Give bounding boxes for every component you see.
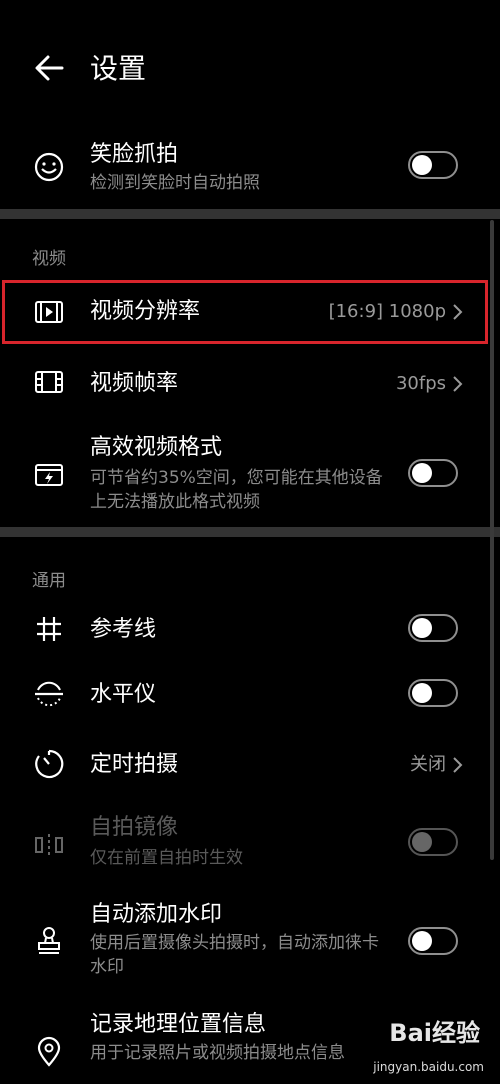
setting-watermark[interactable]: 自动添加水印 使用后置摄像头拍摄时，自动添加徕卡水印 <box>0 895 500 990</box>
setting-label: 记录地理位置信息 <box>90 1012 267 1037</box>
smile-icon <box>34 152 64 182</box>
setting-value: 关闭 <box>410 754 446 775</box>
setting-grid[interactable]: 参考线 <box>0 600 500 660</box>
section-header-video: 视频 <box>32 249 66 269</box>
chevron-right-icon <box>453 376 463 392</box>
level-icon <box>35 681 63 707</box>
back-arrow-icon[interactable] <box>32 50 68 86</box>
toggle-knob <box>412 931 432 951</box>
section-divider <box>0 209 500 219</box>
setting-label: 定时拍摄 <box>90 752 179 777</box>
smile-capture-toggle[interactable] <box>408 151 458 179</box>
watermark-toggle[interactable] <box>408 927 458 955</box>
efficient-video-toggle[interactable] <box>408 459 458 487</box>
grid-toggle[interactable] <box>408 614 458 642</box>
efficient-video-icon <box>35 464 63 486</box>
scrollbar[interactable] <box>490 220 494 860</box>
highlight-box <box>2 280 488 344</box>
header: 设置 <box>0 0 500 140</box>
chevron-right-icon <box>453 757 463 773</box>
setting-smile-capture[interactable]: 笑脸抓拍 检测到笑脸时自动拍照 <box>0 135 500 205</box>
stamp-icon <box>38 927 60 954</box>
setting-description: 仅在前置自拍时生效 <box>90 848 243 868</box>
setting-label: 参考线 <box>90 617 157 642</box>
setting-label: 自动添加水印 <box>90 902 223 927</box>
mirror-icon <box>35 834 63 856</box>
watermark-url: jingyan.baidu.com <box>373 1060 484 1074</box>
location-icon <box>37 1036 61 1067</box>
mirror-toggle <box>408 828 458 856</box>
toggle-knob <box>412 832 432 852</box>
setting-label: 水平仪 <box>90 682 157 707</box>
setting-description: 可节省约35%空间，您可能在其他设备上无法播放此格式视频 <box>90 468 383 512</box>
toggle-knob <box>412 618 432 638</box>
setting-label: 自拍镜像 <box>90 815 179 840</box>
page-title: 设置 <box>90 52 147 85</box>
setting-value: 30fps <box>395 373 446 394</box>
level-toggle[interactable] <box>408 679 458 707</box>
section-header-general: 通用 <box>32 571 66 591</box>
setting-label: 视频帧率 <box>90 371 179 396</box>
toggle-knob <box>412 683 432 703</box>
setting-label: 笑脸抓拍 <box>90 142 179 167</box>
setting-description: 使用后置摄像头拍摄时，自动添加徕卡水印 <box>90 933 379 977</box>
section-divider <box>0 527 500 537</box>
setting-selfie-mirror: 自拍镜像 仅在前置自拍时生效 <box>0 810 500 880</box>
setting-timer[interactable]: 定时拍摄 关闭 <box>0 735 500 795</box>
setting-video-framerate[interactable]: 视频帧率 30fps <box>0 350 500 414</box>
timer-icon <box>35 749 64 779</box>
toggle-knob <box>412 463 432 483</box>
toggle-knob <box>412 155 432 175</box>
setting-label: 高效视频格式 <box>90 435 223 460</box>
setting-description: 检测到笑脸时自动拍照 <box>90 173 260 193</box>
grid-icon <box>37 617 61 641</box>
setting-efficient-video[interactable]: 高效视频格式 可节省约35%空间，您可能在其他设备上无法播放此格式视频 <box>0 430 500 522</box>
film-icon <box>35 371 63 393</box>
setting-description: 用于记录照片或视频拍摄地点信息 <box>90 1043 345 1063</box>
watermark-brand: Bai经验 <box>389 1019 480 1047</box>
setting-level[interactable]: 水平仪 <box>0 665 500 725</box>
